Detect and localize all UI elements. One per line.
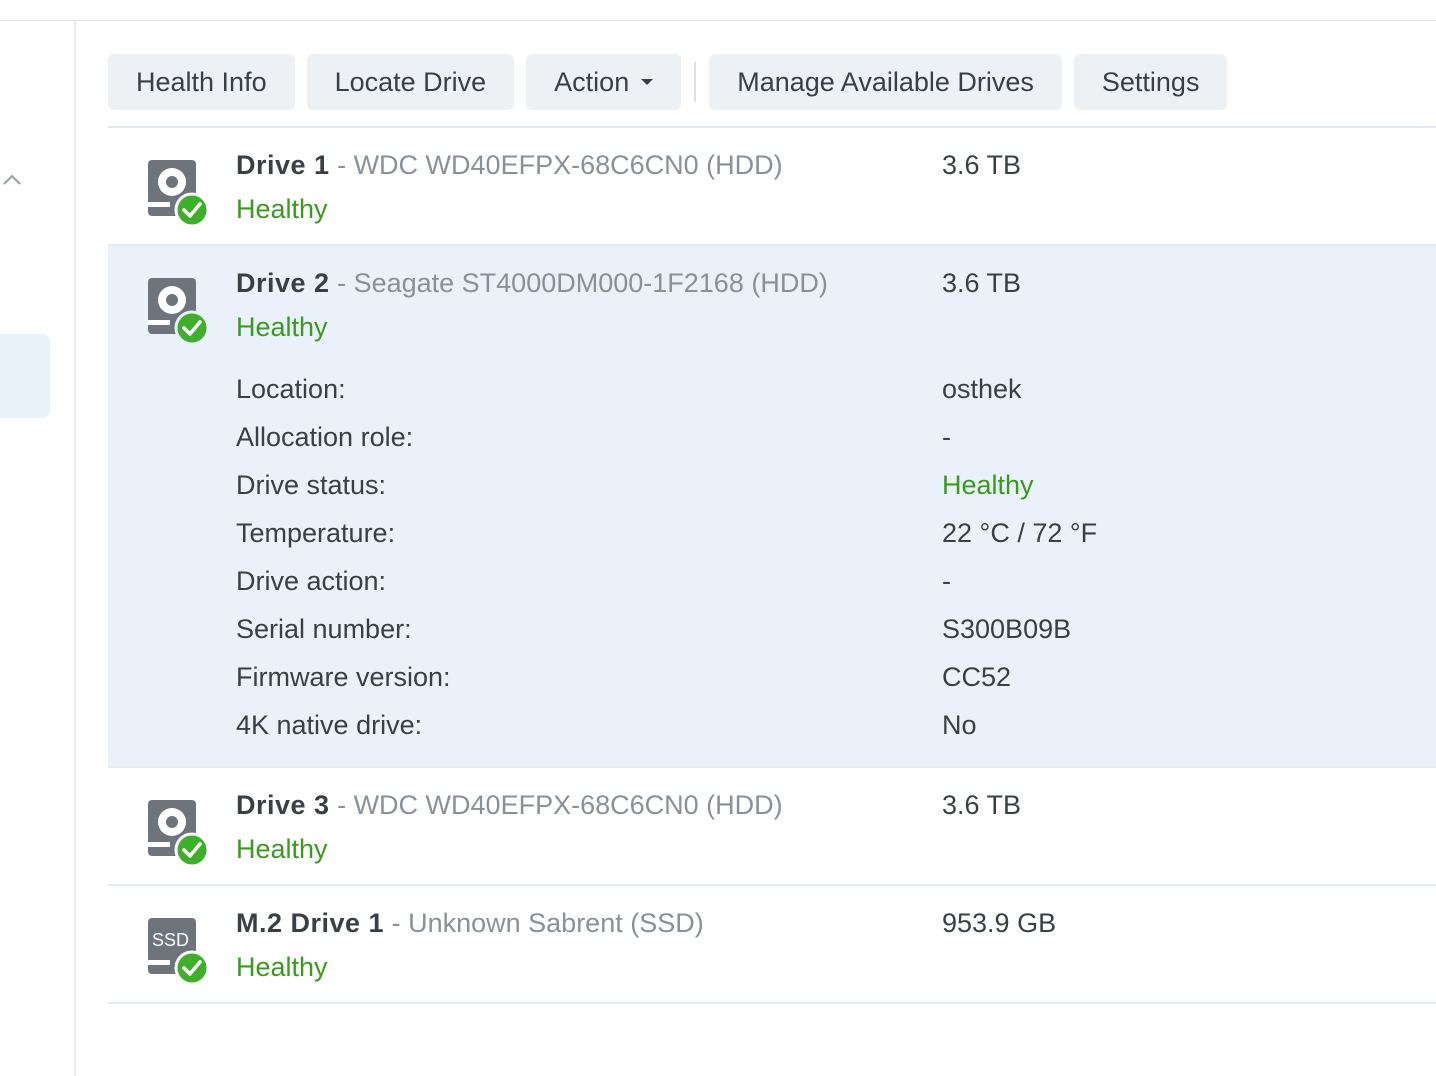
drive-list: Drive 1 - WDC WD40EFPX-68C6CN0 (HDD) Hea… bbox=[108, 126, 1436, 1004]
drive-model: - WDC WD40EFPX-68C6CN0 (HDD) bbox=[337, 790, 783, 820]
detail-value: No bbox=[942, 710, 977, 740]
drive-status: Healthy bbox=[236, 312, 328, 342]
action-dropdown-button[interactable]: Action bbox=[526, 54, 682, 110]
detail-value: CC52 bbox=[942, 662, 1012, 692]
drive-status: Healthy bbox=[236, 834, 328, 864]
detail-label: Drive status: bbox=[236, 470, 387, 500]
drive-row[interactable]: SSD M.2 Drive 1 - Unknown Sabrent (SSD) … bbox=[108, 886, 1436, 1004]
detail-row-drive-status: Drive status: Healthy bbox=[236, 470, 1336, 518]
drive-title: Drive 3 - WDC WD40EFPX-68C6CN0 (HDD) bbox=[236, 790, 783, 821]
sidebar-divider bbox=[74, 21, 76, 1076]
ssd-icon-label: SSD bbox=[152, 930, 189, 950]
detail-row-4k-native: 4K native drive: No bbox=[236, 710, 1336, 758]
hdd-icon bbox=[148, 160, 210, 228]
caret-down-icon bbox=[641, 79, 654, 85]
drive-title: M.2 Drive 1 - Unknown Sabrent (SSD) bbox=[236, 908, 704, 939]
toolbar-separator bbox=[694, 62, 697, 102]
drive-size: 3.6 TB bbox=[942, 268, 1022, 298]
sidebar-selected-item[interactable] bbox=[0, 334, 50, 418]
detail-value: osthek bbox=[942, 374, 1022, 404]
drive-name: Drive 1 bbox=[236, 150, 330, 180]
drive-row[interactable]: Drive 3 - WDC WD40EFPX-68C6CN0 (HDD) Hea… bbox=[108, 768, 1436, 886]
drive-name: Drive 3 bbox=[236, 790, 330, 820]
drive-details: Location: osthek Allocation role: - Driv… bbox=[236, 374, 1336, 758]
drive-title: Drive 1 - WDC WD40EFPX-68C6CN0 (HDD) bbox=[236, 150, 783, 181]
toolbar: Health Info Locate Drive Action Manage A… bbox=[108, 54, 1239, 110]
detail-row-serial-number: Serial number: S300B09B bbox=[236, 614, 1336, 662]
drive-status: Healthy bbox=[236, 952, 328, 982]
detail-row-allocation-role: Allocation role: - bbox=[236, 422, 1336, 470]
drive-model: - Unknown Sabrent (SSD) bbox=[391, 908, 704, 938]
hdd-icon bbox=[148, 800, 210, 868]
detail-row-location: Location: osthek bbox=[236, 374, 1336, 422]
detail-label: Drive action: bbox=[236, 566, 387, 596]
detail-label: Allocation role: bbox=[236, 422, 414, 452]
ssd-icon: SSD bbox=[148, 918, 210, 986]
drive-model: - WDC WD40EFPX-68C6CN0 (HDD) bbox=[337, 150, 783, 180]
detail-label: Temperature: bbox=[236, 518, 396, 548]
drive-row-expanded[interactable]: Drive 2 - Seagate ST4000DM000-1F2168 (HD… bbox=[108, 246, 1436, 768]
drive-model: - Seagate ST4000DM000-1F2168 (HDD) bbox=[337, 268, 828, 298]
drive-size: 3.6 TB bbox=[942, 150, 1022, 180]
detail-label: 4K native drive: bbox=[236, 710, 423, 740]
top-divider bbox=[0, 20, 1436, 21]
detail-label: Location: bbox=[236, 374, 346, 404]
locate-drive-button[interactable]: Locate Drive bbox=[306, 54, 515, 110]
drive-name: M.2 Drive 1 bbox=[236, 908, 385, 938]
detail-label: Serial number: bbox=[236, 614, 412, 644]
detail-value: 22 °C / 72 °F bbox=[942, 518, 1098, 548]
drive-row[interactable]: Drive 1 - WDC WD40EFPX-68C6CN0 (HDD) Hea… bbox=[108, 128, 1436, 246]
drive-title: Drive 2 - Seagate ST4000DM000-1F2168 (HD… bbox=[236, 268, 828, 299]
chevron-up-icon[interactable] bbox=[2, 170, 22, 190]
manage-available-drives-button[interactable]: Manage Available Drives bbox=[709, 54, 1062, 110]
detail-row-drive-action: Drive action: - bbox=[236, 566, 1336, 614]
settings-button[interactable]: Settings bbox=[1073, 54, 1228, 110]
detail-label: Firmware version: bbox=[236, 662, 451, 692]
detail-row-temperature: Temperature: 22 °C / 72 °F bbox=[236, 518, 1336, 566]
drive-size: 3.6 TB bbox=[942, 790, 1022, 820]
drive-size: 953.9 GB bbox=[942, 908, 1057, 938]
drive-name: Drive 2 bbox=[236, 268, 330, 298]
detail-row-firmware-version: Firmware version: CC52 bbox=[236, 662, 1336, 710]
detail-value: Healthy bbox=[942, 470, 1034, 500]
drive-status: Healthy bbox=[236, 194, 328, 224]
detail-value: - bbox=[942, 566, 951, 596]
health-info-button[interactable]: Health Info bbox=[108, 54, 295, 110]
detail-value: - bbox=[942, 422, 951, 452]
hdd-icon bbox=[148, 278, 210, 346]
detail-value: S300B09B bbox=[942, 614, 1072, 644]
